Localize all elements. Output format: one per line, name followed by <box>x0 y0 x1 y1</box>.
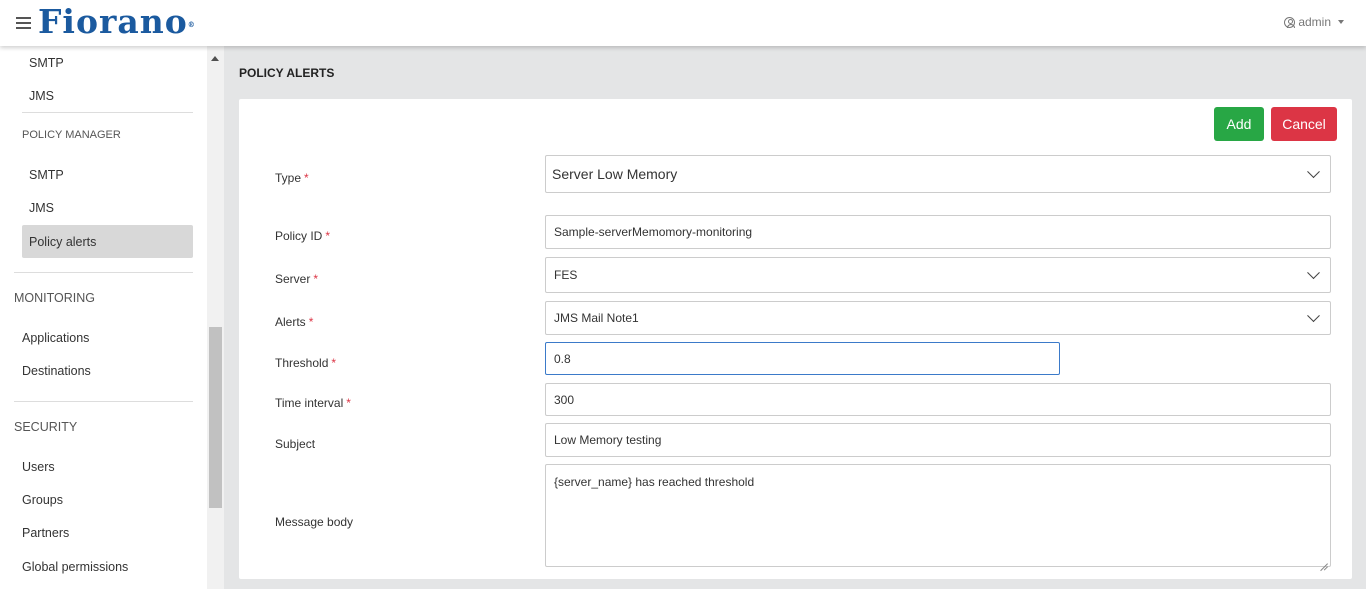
subject-label: Subject <box>275 437 316 451</box>
threshold-value: 0.8 <box>554 351 571 366</box>
alerts-select-value: JMS Mail Note1 <box>554 311 639 325</box>
message-body-label: Message body <box>275 515 354 529</box>
sidebar-heading-policy-manager: POLICY MANAGER <box>22 129 121 141</box>
sidebar-divider <box>14 272 193 273</box>
sidebar-item-policy-smtp[interactable]: SMTP <box>29 168 64 182</box>
message-body-value: {server_name} has reached threshold <box>554 475 755 489</box>
user-circle-icon <box>1284 16 1296 28</box>
sidebar-item-global-permissions[interactable]: Global permissions <box>22 560 128 574</box>
scrollbar-thumb[interactable] <box>209 327 222 508</box>
policy-id-input[interactable]: Sample-serverMemomory-monitoring <box>545 215 1331 249</box>
policy-alert-form: Add Cancel Type * Server Low Memory Polic… <box>239 99 1352 579</box>
sidebar-item-jms[interactable]: JMS <box>29 89 54 103</box>
chevron-down-icon <box>1307 165 1320 179</box>
sidebar-item-users[interactable]: Users <box>22 460 55 474</box>
sidebar-heading-monitoring: MONITORING <box>14 291 96 305</box>
page-title: POLICY ALERTS <box>239 66 335 80</box>
sidebar-item-groups[interactable]: Groups <box>22 493 63 507</box>
caret-down-icon <box>1338 20 1344 24</box>
sidebar-divider <box>22 112 193 113</box>
policy-id-value: Sample-serverMemomory-monitoring <box>554 225 753 239</box>
resize-handle-icon[interactable] <box>1320 556 1328 564</box>
sidebar-item-applications[interactable]: Applications <box>22 331 89 345</box>
user-name: admin <box>1298 15 1331 29</box>
sidebar-item-destinations[interactable]: Destinations <box>22 364 91 378</box>
sidebar-item-policy-alerts[interactable]: Policy alerts <box>29 235 96 249</box>
type-label: Type * <box>275 171 309 185</box>
alerts-select[interactable]: JMS Mail Note1 <box>545 301 1331 335</box>
fiorano-logo[interactable]: Fiorano® <box>38 4 195 40</box>
server-label: Server * <box>275 272 319 286</box>
cancel-button[interactable]: Cancel <box>1271 107 1337 141</box>
sidebar: SMTP JMS POLICY MANAGER SMTP JMS Policy … <box>0 46 207 589</box>
threshold-label: Threshold * <box>275 356 337 370</box>
user-menu[interactable]: admin <box>1284 15 1344 29</box>
sidebar-item-partners[interactable]: Partners <box>22 526 69 540</box>
threshold-input[interactable]: 0.8 <box>545 342 1060 375</box>
server-select[interactable]: FES <box>545 257 1331 293</box>
sidebar-divider <box>14 401 193 402</box>
scroll-up-arrow-icon[interactable] <box>211 56 219 61</box>
sidebar-item-smtp[interactable]: SMTP <box>29 56 64 70</box>
type-select[interactable]: Server Low Memory <box>545 155 1331 193</box>
server-select-value: FES <box>554 268 578 282</box>
subject-input[interactable]: Low Memory testing <box>545 423 1331 457</box>
sidebar-scrollbar[interactable] <box>207 46 224 589</box>
hamburger-menu-icon[interactable] <box>16 17 31 29</box>
alerts-label: Alerts * <box>275 315 314 329</box>
add-button[interactable]: Add <box>1214 107 1264 141</box>
chevron-down-icon <box>1307 309 1320 323</box>
top-header: Fiorano® admin <box>0 0 1366 46</box>
type-select-value: Server Low Memory <box>552 166 678 182</box>
chevron-down-icon <box>1307 266 1320 280</box>
sidebar-heading-security: SECURITY <box>14 420 78 434</box>
subject-value: Low Memory testing <box>554 433 662 447</box>
time-interval-label: Time interval * <box>275 396 351 410</box>
time-interval-value: 300 <box>554 392 575 407</box>
sidebar-item-policy-jms[interactable]: JMS <box>29 201 54 215</box>
policy-id-label: Policy ID * <box>275 229 331 243</box>
time-interval-input[interactable]: 300 <box>545 383 1331 416</box>
message-body-textarea[interactable]: {server_name} has reached threshold <box>545 464 1331 567</box>
